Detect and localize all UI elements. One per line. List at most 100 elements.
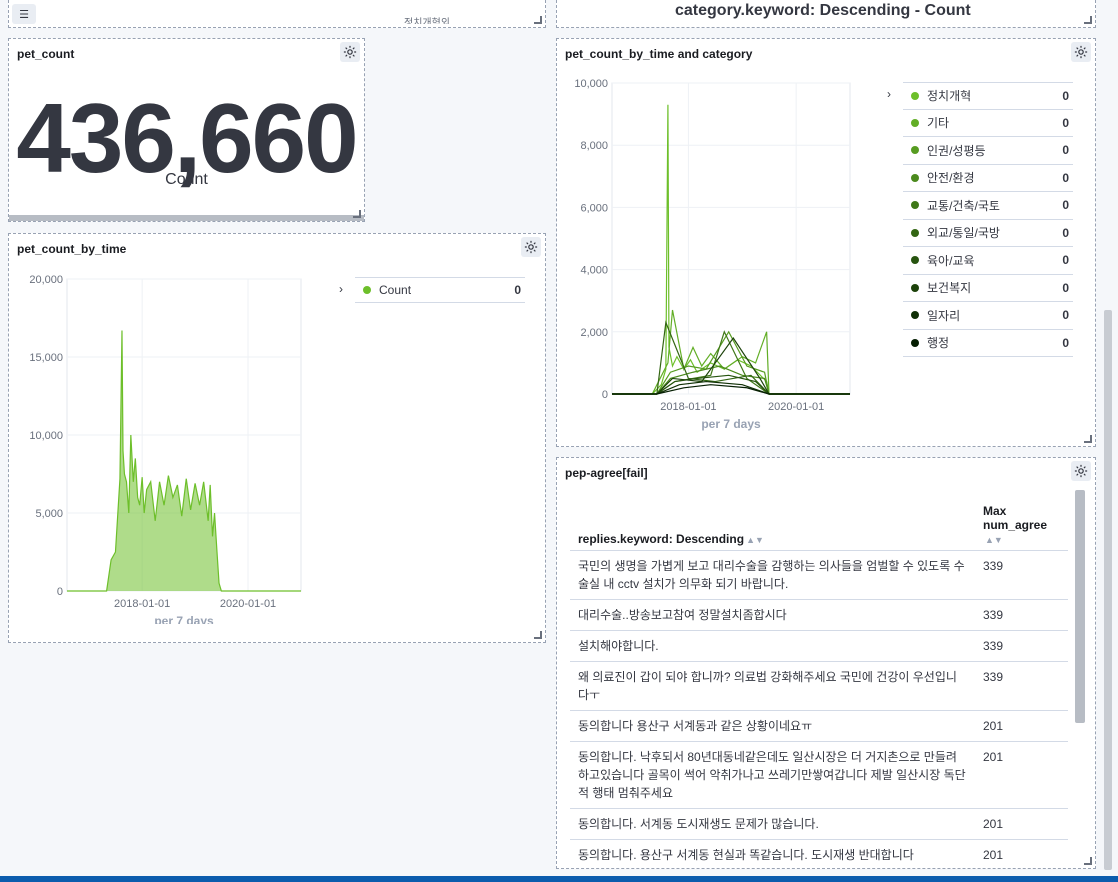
legend-item[interactable]: 행정 0 <box>903 330 1073 357</box>
resize-handle[interactable] <box>1084 857 1092 865</box>
panel-title: pep-agree[fail] <box>565 466 648 480</box>
metric-label: Count <box>165 171 208 188</box>
legend-label: 교통/건축/국토 <box>927 198 1000 213</box>
legend-item[interactable]: 일자리 0 <box>903 302 1073 330</box>
legend-toggle-button[interactable]: ☰ <box>12 4 36 24</box>
legend-collapse-chevron[interactable]: › <box>339 282 343 296</box>
legend-color-dot <box>911 91 919 100</box>
legend-item[interactable]: 교통/건축/국토 0 <box>903 192 1073 220</box>
legend-color-dot <box>911 283 919 292</box>
cell-reply: 대리수술..방송보고참여 정말설치좀합시다 <box>570 599 975 631</box>
x-tick-label: 2018-01-01 <box>660 401 716 413</box>
category-time-series-chart[interactable]: 0 2,000 4,000 6,000 8,000 10,000 2018-01-01 202… <box>557 69 877 439</box>
series-line-1 <box>612 104 850 395</box>
gear-icon <box>343 45 357 59</box>
pep-agree-panel: pep-agree[fail] replies.keyword: Descend… <box>556 457 1096 869</box>
pet-count-panel: pet_count 436,660 Count <box>8 38 365 222</box>
table-row: 국민의 생명을 가볍게 보고 대리수술을 감행하는 의사들을 엄벌할 수 있도록… <box>570 550 1068 600</box>
column-header-replies[interactable]: replies.keyword: Descending ▲▼ <box>570 500 975 551</box>
series-line-10 <box>612 384 850 395</box>
resize-handle[interactable] <box>534 631 542 639</box>
column-header-max-num-agree[interactable]: Max num_agree▲▼ <box>975 500 1068 551</box>
legend-value: 0 <box>1062 198 1069 213</box>
list-icon: ☰ <box>19 8 29 21</box>
panel-options-button[interactable] <box>340 42 360 62</box>
legend-label: 행정 <box>927 336 950 351</box>
y-tick-label: 10,000 <box>29 430 63 442</box>
legend-color-dot <box>911 228 919 237</box>
sort-icon: ▲▼ <box>985 535 1003 545</box>
y-tick-label: 10,000 <box>574 78 608 90</box>
panel-options-button[interactable] <box>521 237 541 257</box>
legend-label: 육아/교육 <box>927 253 975 268</box>
x-axis-label: per 7 days <box>701 417 761 431</box>
legend-item[interactable]: 보건복지 0 <box>903 275 1073 302</box>
legend-item[interactable]: 정치개혁 0 <box>903 82 1073 110</box>
table-row: 동의합니다 용산구 서계동과 같은 상황이네요ㅠ 201 <box>570 710 1068 742</box>
vertical-scrollbar[interactable] <box>1075 490 1085 723</box>
cell-max-num-agree: 339 <box>975 550 1068 600</box>
cell-reply: 동의합니다. 용산구 서계동 현실과 똑같습니다. 도시재생 반대합니다 <box>570 839 975 862</box>
cell-reply: 왜 의료진이 갑이 되야 합니까? 의료법 강화해주세요 국민에 건강이 우선입… <box>570 661 975 711</box>
legend-collapse-chevron[interactable]: › <box>887 87 891 101</box>
panel-options-button[interactable] <box>1071 42 1091 62</box>
gear-icon <box>524 240 538 254</box>
legend-item[interactable]: 인권/성평등 0 <box>903 137 1073 165</box>
sort-icon: ▲▼ <box>746 535 764 545</box>
legend-color-dot <box>911 256 919 265</box>
legend-item[interactable]: 안전/환경 0 <box>903 165 1073 192</box>
gear-icon <box>1074 464 1088 478</box>
legend-value: 0 <box>1062 143 1069 158</box>
cell-max-num-agree: 201 <box>975 808 1068 840</box>
series-line-2 <box>612 309 850 395</box>
legend-item[interactable]: 외교/통일/국방 0 <box>903 220 1073 247</box>
table-row: 설치해야합니다. 339 <box>570 630 1068 662</box>
cell-reply: 국민의 생명을 가볍게 보고 대리수술을 감행하는 의사들을 엄벌할 수 있도록… <box>570 550 975 600</box>
cell-max-num-agree: 201 <box>975 741 1068 809</box>
legend-color-dot <box>911 338 919 347</box>
panel-options-button[interactable] <box>1071 461 1091 481</box>
legend-label: Count <box>379 283 412 297</box>
y-tick-label: 5,000 <box>35 508 63 520</box>
legend-label: 외교/통일/국방 <box>927 226 1000 241</box>
cell-reply: 동의합니다 용산구 서계동과 같은 상황이네요ㅠ <box>570 710 975 742</box>
cell-reply: 동의합니다. 낙후되서 80년대동네같은데도 일산시장은 더 거지촌으로 만들려… <box>570 741 975 809</box>
legend-label: 기타 <box>927 116 950 131</box>
cell-reply: 설치해야합니다. <box>570 630 975 662</box>
legend-value: 0 <box>1062 253 1069 268</box>
y-tick-label: 2,000 <box>580 327 608 339</box>
legend-color-dot <box>911 311 919 320</box>
legend-item[interactable]: 기타 0 <box>903 110 1073 137</box>
resize-handle[interactable] <box>353 210 361 218</box>
series-line-4 <box>612 365 850 395</box>
cell-max-num-agree: 339 <box>975 661 1068 711</box>
partial-legend-text: 정치개혁외 <box>404 18 450 24</box>
x-tick-label: 2020-01-01 <box>220 598 276 610</box>
legend-label: 정치개혁 <box>927 89 972 104</box>
data-table: replies.keyword: Descending ▲▼ Max num_ag… <box>570 500 1068 862</box>
y-tick-label: 0 <box>602 389 608 401</box>
cell-max-num-agree: 339 <box>975 630 1068 662</box>
legend-label: 일자리 <box>927 308 961 323</box>
resize-handle[interactable] <box>1084 16 1092 24</box>
table-header-row: replies.keyword: Descending ▲▼ Max num_ag… <box>570 500 1068 551</box>
legend-value: 0 <box>1062 170 1069 185</box>
legend-item[interactable]: 육아/교육 0 <box>903 247 1073 275</box>
data-table-container: replies.keyword: Descending ▲▼ Max num_ag… <box>570 500 1068 862</box>
resize-handle[interactable] <box>1084 435 1092 443</box>
legend-value: 0 <box>514 283 521 297</box>
x-tick-label: 2018-01-01 <box>114 598 170 610</box>
panel-title: pet_count_by_time <box>17 242 127 256</box>
partial-panel-top-right: category.keyword: Descending - Count <box>556 0 1096 28</box>
legend-color-dot <box>911 146 919 155</box>
legend-color-dot <box>911 201 919 210</box>
table-row: 대리수술..방송보고참여 정말설치좀합시다 339 <box>570 599 1068 631</box>
time-series-chart[interactable]: 0 5,000 10,000 15,000 20,000 2018-01-01 2020-0… <box>9 264 329 624</box>
resize-handle[interactable] <box>534 16 542 24</box>
legend-item[interactable]: Count 0 <box>355 277 525 303</box>
legend-color-dot <box>911 173 919 182</box>
legend-color-dot <box>911 118 919 127</box>
legend-label: 보건복지 <box>927 281 972 296</box>
pet-count-by-category-panel: pet_count_by_time and category 0 2,000 4,0… <box>556 38 1096 447</box>
page-scrollbar[interactable] <box>1104 310 1112 870</box>
